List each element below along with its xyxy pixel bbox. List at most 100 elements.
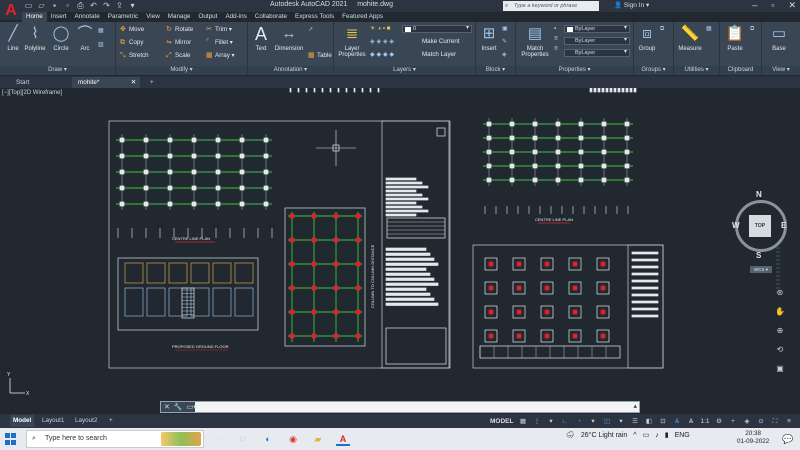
annotation-scale-value[interactable]: 1:1 xyxy=(700,418,709,425)
customize-icon[interactable]: 🔧 xyxy=(174,403,183,411)
chrome-icon[interactable]: ◉ xyxy=(286,432,300,446)
match-layer-button[interactable]: Match Layer xyxy=(422,50,456,60)
ribbon-tab-insert[interactable]: Insert xyxy=(47,12,71,22)
lineweight-dropdown[interactable]: ByLayer xyxy=(564,49,630,57)
add-layout-button[interactable]: + xyxy=(106,415,116,427)
open-file-icon[interactable]: ▱ xyxy=(37,1,46,10)
dimension-button[interactable]: ↔ Dimension xyxy=(272,24,306,52)
layer-properties-button[interactable]: ≣ Layer Properties xyxy=(336,24,368,58)
circle-button[interactable]: ◯ Circle xyxy=(48,24,74,52)
compass-west[interactable]: W xyxy=(732,221,740,230)
compass-south[interactable]: S xyxy=(756,251,761,260)
speaker-icon[interactable]: ♪ xyxy=(655,432,659,439)
language-indicator[interactable]: ENG xyxy=(675,432,690,439)
command-history-toggle[interactable]: ▴ xyxy=(633,402,637,410)
modify-panel-title[interactable]: Modify ▾ xyxy=(116,66,247,75)
command-history-icon[interactable]: ▭▾ xyxy=(187,403,197,411)
maximize-icon[interactable]: ▫ xyxy=(771,0,774,11)
text-button[interactable]: A Text xyxy=(248,24,274,52)
layout1-tab[interactable]: Layout1 xyxy=(39,415,67,427)
measure-button[interactable]: 📏 Measure xyxy=(676,24,704,52)
showmotion-icon[interactable]: ▣ xyxy=(776,364,784,373)
utilities-panel-title[interactable]: Utilities ▾ xyxy=(674,66,719,75)
start-tab[interactable]: Start xyxy=(0,77,68,88)
edge-icon[interactable]: ◐ xyxy=(261,432,275,446)
isodraft-icon[interactable]: ▾ xyxy=(588,417,597,426)
customization-icon[interactable]: ≡ xyxy=(785,417,794,426)
save-as-icon[interactable]: ▫ xyxy=(63,1,72,10)
plot-icon[interactable]: ⎙ xyxy=(76,1,85,10)
trim-button[interactable]: ✂ Trim ▾ xyxy=(206,25,232,35)
table-button[interactable]: ▦ Table xyxy=(308,51,332,61)
battery-icon[interactable]: ▮ xyxy=(665,431,669,439)
save-icon[interactable]: ▪ xyxy=(50,1,59,10)
clean-screen-icon[interactable]: ⛶ xyxy=(771,417,780,426)
paste-button[interactable]: 📋 Paste xyxy=(722,24,748,52)
settings-gear-icon[interactable]: ⚙ xyxy=(715,417,724,426)
make-current-button[interactable]: Make Current xyxy=(422,37,459,47)
ribbon-tab-collaborate[interactable]: Collaborate xyxy=(251,12,291,22)
steering-wheel-icon[interactable]: ⊛ xyxy=(777,288,784,297)
ribbon-tab-annotate[interactable]: Annotate xyxy=(71,12,104,22)
rotate-button[interactable]: ↻ Rotate xyxy=(166,25,193,35)
view-panel-title[interactable]: View ▾ xyxy=(762,66,800,75)
edit-block-icon[interactable]: ✎ xyxy=(502,37,507,47)
minimize-icon[interactable]: – xyxy=(752,0,757,11)
groups-panel-title[interactable]: Groups ▾ xyxy=(634,66,673,75)
group-button[interactable]: ⧈ Group xyxy=(634,24,660,52)
weather-icon[interactable]: 🌧 xyxy=(566,431,575,439)
command-input[interactable] xyxy=(197,402,617,412)
leader-icon[interactable]: ↗ xyxy=(308,25,313,35)
create-block-icon[interactable]: ▣ xyxy=(502,24,508,34)
layout2-tab[interactable]: Layout2 xyxy=(72,415,100,427)
customize-qat-icon[interactable]: ▾ xyxy=(128,1,137,10)
orbit-icon[interactable]: ⟲ xyxy=(777,345,784,354)
grid-icon[interactable]: ▦ xyxy=(518,417,527,426)
redo-icon[interactable]: ↷ xyxy=(102,1,111,10)
undo-icon[interactable]: ↶ xyxy=(89,1,98,10)
plus-icon[interactable]: + xyxy=(729,417,738,426)
hatch-icon[interactable]: ▨ xyxy=(98,40,104,50)
network-icon[interactable]: ▭ xyxy=(643,431,650,439)
ribbon-tab-add-ins[interactable]: Add-ins xyxy=(221,12,250,22)
notifications-icon[interactable]: 💬 xyxy=(782,434,793,445)
edit-attribute-icon[interactable]: ◈ xyxy=(502,50,507,60)
share-icon[interactable]: ⇪ xyxy=(115,1,124,10)
stretch-button[interactable]: ⤡ Stretch xyxy=(120,51,149,61)
annotation-visibility-icon[interactable]: Ѧ xyxy=(686,417,695,426)
clipboard-panel-title[interactable]: Clipboard xyxy=(720,66,761,75)
viewport-controls[interactable]: [−][Top][2D Wireframe] xyxy=(2,90,62,96)
wcs-menu[interactable]: WCS ▾ xyxy=(750,266,772,273)
move-button[interactable]: ✥ Move xyxy=(120,25,144,35)
lineweight-icon[interactable]: ☰ xyxy=(630,417,639,426)
close-icon[interactable]: ✕ xyxy=(788,0,796,11)
autocad-taskbar-icon[interactable]: A xyxy=(336,432,350,446)
ortho-icon[interactable]: ∟ xyxy=(560,417,569,426)
infer-icon[interactable]: ▾ xyxy=(546,417,555,426)
base-button[interactable]: ▭ Base xyxy=(766,24,792,52)
autocad-logo-icon[interactable]: A xyxy=(0,0,22,20)
layer-more-icons[interactable]: ◆ ◆ ◆ ◆ xyxy=(370,50,394,60)
file-explorer-icon[interactable]: ▰ xyxy=(311,432,325,446)
model-space-toggle[interactable]: MODEL xyxy=(490,418,513,425)
taskbar-search[interactable]: ⌕ Type here to search xyxy=(26,430,204,448)
viewcube-top-face[interactable]: TOP xyxy=(749,215,771,237)
layer-tools-icons[interactable]: ◈ ◈ ◈ ◈ xyxy=(370,37,394,47)
draw-panel-title[interactable]: Draw ▾ xyxy=(0,66,115,75)
help-search-input[interactable]: ⌕ Type a keyword or phrase xyxy=(503,1,599,11)
new-tab-button[interactable]: + xyxy=(144,77,156,88)
mirror-button[interactable]: ⇋ Mirror xyxy=(166,38,191,48)
model-tab[interactable]: Model xyxy=(10,415,35,427)
layer-state-icons[interactable]: ☀ ◑ ▪ ■ xyxy=(370,24,390,34)
viewcube[interactable]: TOP N S W E WCS ▾ xyxy=(732,188,790,278)
layer-dropdown[interactable]: 0 xyxy=(402,25,472,33)
isolate-icon[interactable]: ◈ xyxy=(743,417,752,426)
ribbon-tab-output[interactable]: Output xyxy=(195,12,222,22)
block-panel-title[interactable]: Block ▾ xyxy=(476,66,515,75)
show-hidden-icons[interactable]: ^ xyxy=(633,432,636,439)
weather-text[interactable]: 26°C Light rain xyxy=(581,432,627,439)
task-view-icon[interactable]: ⧉ xyxy=(236,432,250,446)
color-dropdown[interactable]: ByLayer xyxy=(564,25,630,33)
linetype-dropdown[interactable]: ByLayer xyxy=(564,37,630,45)
close-tab-icon[interactable]: ✕ xyxy=(131,77,136,88)
